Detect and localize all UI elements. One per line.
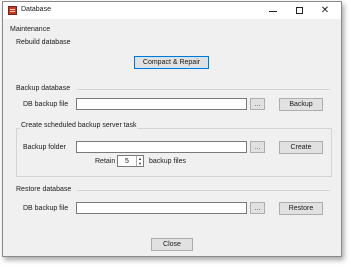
maintenance-group-label: Maintenance — [10, 26, 51, 33]
database-dialog: Database ✕ Maintenance Rebuild database … — [2, 1, 342, 257]
backup-folder-browse-button[interactable]: ... — [250, 141, 265, 153]
backup-browse-button[interactable]: ... — [250, 98, 265, 110]
scheduled-backup-group-label: Create scheduled backup server task — [20, 122, 138, 129]
retain-count-value[interactable]: 5 — [118, 158, 136, 165]
close-window-button[interactable]: ✕ — [311, 2, 339, 19]
restore-file-input[interactable] — [76, 202, 247, 214]
backup-file-input[interactable] — [76, 98, 247, 110]
title-bar: Database ✕ — [3, 2, 341, 19]
compact-repair-button[interactable]: Compact & Repair — [134, 56, 209, 69]
retain-label: Retain — [95, 158, 116, 165]
maximize-button[interactable] — [285, 2, 313, 19]
restore-file-label: DB backup file — [23, 205, 69, 212]
close-button[interactable]: Close — [151, 238, 193, 251]
spinner-arrows[interactable]: ▲ ▼ — [136, 156, 143, 166]
backup-button[interactable]: Backup — [279, 98, 323, 111]
restore-browse-button[interactable]: ... — [250, 202, 265, 214]
minimize-icon — [269, 11, 277, 12]
create-task-button[interactable]: Create — [279, 141, 323, 154]
maximize-icon — [295, 7, 303, 14]
spinner-up-icon[interactable]: ▲ — [138, 156, 142, 161]
backup-folder-label: Backup folder — [23, 144, 66, 151]
window-title: Database — [21, 6, 51, 13]
spinner-down-icon[interactable]: ▼ — [138, 161, 142, 166]
restore-database-label: Restore database — [16, 186, 72, 193]
backup-section-divider — [77, 89, 330, 90]
backup-files-label: backup files — [149, 158, 186, 165]
minimize-button[interactable] — [259, 2, 287, 19]
retain-count-spinner[interactable]: 5 ▲ ▼ — [117, 155, 144, 167]
close-icon: ✕ — [320, 5, 330, 16]
restore-button[interactable]: Restore — [279, 202, 323, 215]
backup-file-label: DB backup file — [23, 101, 69, 108]
database-app-icon — [8, 6, 17, 15]
rebuild-database-label: Rebuild database — [16, 39, 71, 46]
backup-database-label: Backup database — [16, 85, 71, 92]
restore-section-divider — [77, 190, 330, 191]
backup-folder-input[interactable] — [76, 141, 247, 153]
